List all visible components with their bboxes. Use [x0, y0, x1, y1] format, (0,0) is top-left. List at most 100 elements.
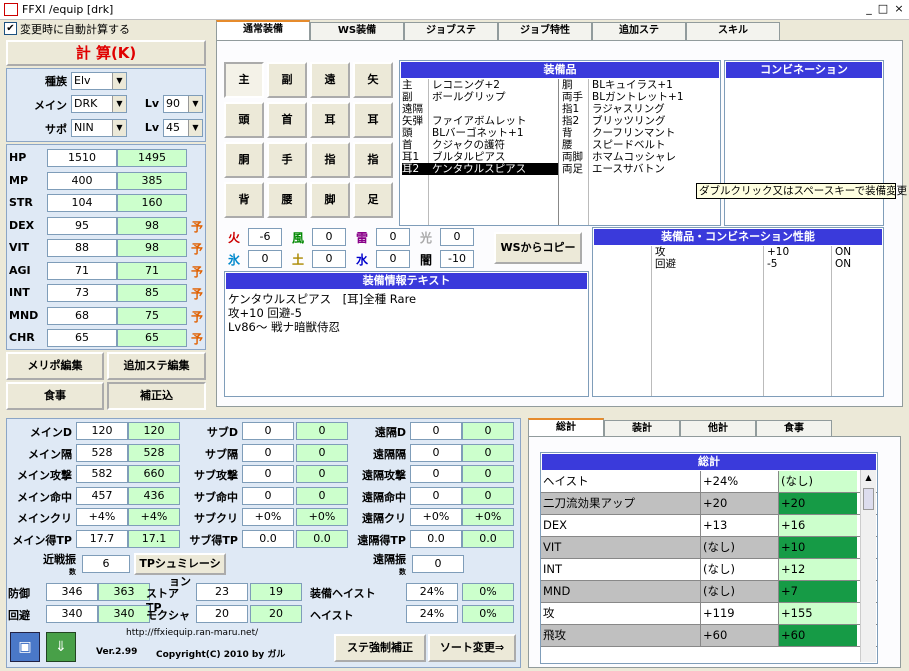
equip-slot-button[interactable]: 手 [267, 142, 307, 178]
equip-item-name: スピードベルト [592, 139, 666, 151]
bottom-stat-label: メインD [29, 426, 72, 439]
tp-simulation-button[interactable]: TPシュミレーション [134, 553, 226, 588]
summary-equip-value: (なし) [701, 537, 779, 558]
stat-forecast-icon[interactable]: 予 [191, 263, 203, 280]
maximize-icon[interactable]: □ [876, 3, 890, 16]
equip-row[interactable]: 耳1 ブルタルピアス [402, 151, 558, 163]
equip-row[interactable]: 耳2 ケンタウルスピアス [402, 163, 558, 175]
stat-base: 68 [47, 306, 117, 325]
race-select[interactable]: Elv ▼ [71, 72, 127, 90]
minimize-icon[interactable]: _ [862, 3, 876, 16]
equip-slot-button[interactable]: 副 [267, 62, 307, 98]
sub-lv-select[interactable]: 45 ▼ [163, 119, 203, 137]
equip-slot-button[interactable]: 指 [353, 142, 393, 178]
main-lv-select[interactable]: 90 ▼ [163, 95, 203, 113]
equip-slot-button[interactable]: 腰 [267, 182, 307, 218]
merit-edit-button[interactable]: メリポ編集 [6, 352, 104, 380]
food-button[interactable]: 食事 [6, 382, 104, 410]
equip-row[interactable]: 背 クーフリンマント [562, 127, 718, 139]
equip-slot-button[interactable]: 指 [310, 142, 350, 178]
main-job-value: DRK [74, 97, 98, 110]
equip-row[interactable]: 両足 エースサバトン [562, 163, 718, 175]
equip-slot-button[interactable]: 遠 [310, 62, 350, 98]
equip-slot-button[interactable]: 首 [267, 102, 307, 138]
bottom-stat-total: 0 [462, 422, 514, 440]
equip-slot-button[interactable]: 主 [224, 62, 264, 98]
ws-copy-button[interactable]: WSからコピー [494, 232, 582, 264]
scrollbar[interactable]: ▲ [860, 470, 876, 662]
equip-row[interactable]: 矢弾 ファイアボムレット [402, 115, 558, 127]
combination-list[interactable]: コンビネーション [724, 60, 884, 226]
equip-slot-button[interactable]: 背 [224, 182, 264, 218]
tab-1[interactable]: WS装備 [310, 22, 404, 40]
stat-base: 73 [47, 284, 117, 302]
tab-4[interactable]: 追加ステ [592, 22, 686, 40]
equip-row[interactable]: 指1 ラジャスリング [562, 103, 718, 115]
equip-row[interactable]: 腰 スピードベルト [562, 139, 718, 151]
addstat-edit-button[interactable]: 追加ステ編集 [107, 352, 206, 380]
equip-slot-label: 指1 [562, 103, 580, 115]
stat-forecast-icon[interactable]: 予 [191, 308, 203, 325]
equip-slot-button[interactable]: 矢 [353, 62, 393, 98]
summary-stat-name: INT [541, 559, 701, 580]
equip-item-name: ボールグリップ [432, 91, 506, 103]
main-job-label: メイン [34, 99, 67, 112]
bottom-stat-label: メイン攻撃 [17, 469, 72, 482]
tab-0[interactable]: 通常装備 [216, 20, 310, 40]
stat-forecast-icon[interactable]: 予 [191, 218, 203, 235]
url-text[interactable]: http://ffxiequip.ran-maru.net/ [126, 628, 258, 638]
equip-row[interactable]: 両脚 ホマムコッシャレ [562, 151, 718, 163]
sub-job-select[interactable]: NIN ▼ [71, 119, 127, 137]
bottom-stat-label: サブD [206, 426, 238, 439]
sub-job-label: サポ [45, 123, 67, 136]
stat-forecast-icon[interactable]: 予 [191, 240, 203, 257]
sort-change-button[interactable]: ソート変更⇒ [428, 634, 516, 662]
stat-forecast-icon[interactable]: 予 [191, 330, 203, 347]
equip-row[interactable]: 首 クジャクの護符 [402, 139, 558, 151]
bottom-stat-label: 遠隔クリ [362, 512, 406, 525]
calc-button[interactable]: 計 算(K) [6, 40, 206, 66]
save-icon[interactable]: ▣ [10, 632, 40, 662]
sub-lv-value: 45 [166, 121, 180, 134]
tab-3[interactable]: ジョブ特性 [498, 22, 592, 40]
perf-value: -5 [767, 258, 778, 270]
close-icon[interactable]: × [892, 3, 906, 16]
perf-value: +10 [767, 246, 790, 258]
load-icon[interactable]: ⇓ [46, 632, 76, 662]
equip-row[interactable]: 胴 BLキュイラス+1 [562, 79, 718, 91]
equip-row[interactable]: 頭 BLバーゴネット+1 [402, 127, 558, 139]
equip-row[interactable]: 指2 ブリッツリング [562, 115, 718, 127]
equip-slot-button[interactable]: 足 [353, 182, 393, 218]
summary-equip-value: +24% [701, 471, 779, 492]
equip-row[interactable]: 遠隔 [402, 103, 558, 115]
bottom-stat-label: ヘイスト [310, 609, 354, 622]
equip-row[interactable]: 副 ボールグリップ [402, 91, 558, 103]
summary-tab-0[interactable]: 総計 [528, 418, 604, 438]
bottom-stat-label: サブ命中 [194, 490, 238, 504]
stat-forecast-icon[interactable]: 予 [191, 285, 203, 302]
correction-toggle[interactable]: 補正込 [107, 382, 206, 410]
equip-row[interactable]: 主 レコニング+2 [402, 79, 558, 91]
bottom-stat-label: 遠隔得TP [357, 533, 406, 547]
equip-slot-button[interactable]: 胴 [224, 142, 264, 178]
equip-slot-button[interactable]: 頭 [224, 102, 264, 138]
stat-label: VIT [9, 241, 30, 254]
tab-2[interactable]: ジョブステ [404, 22, 498, 40]
equip-item-name: ブルタルピアス [432, 151, 506, 163]
equip-slot-button[interactable]: 脚 [310, 182, 350, 218]
bottom-stat-base: 582 [76, 465, 128, 483]
ranged-hits-value: 0 [412, 555, 464, 573]
equip-item-name: レコニング+2 [432, 79, 500, 91]
force-correction-button[interactable]: ステ強制補正 [334, 634, 426, 662]
bottom-stat-label: 装備ヘイスト [310, 587, 376, 600]
equip-slot-button[interactable]: 耳 [353, 102, 393, 138]
autocalc-checkbox[interactable]: ✔ [4, 22, 17, 35]
bottom-stat-base: 20 [196, 605, 248, 623]
main-job-select[interactable]: DRK ▼ [71, 95, 127, 113]
element-icon: 風 [292, 231, 305, 245]
window-title: FFXI /equip [drk] [22, 3, 114, 16]
tab-5[interactable]: スキル [686, 22, 780, 40]
equip-slot-button[interactable]: 耳 [310, 102, 350, 138]
equip-row[interactable]: 両手 BLガントレット+1 [562, 91, 718, 103]
equip-list[interactable]: 装備品 主 レコニング+2 副 ボールグリップ 遠隔 矢弾 ファイアボムレット頭 BLバーゴネ… [399, 60, 721, 226]
